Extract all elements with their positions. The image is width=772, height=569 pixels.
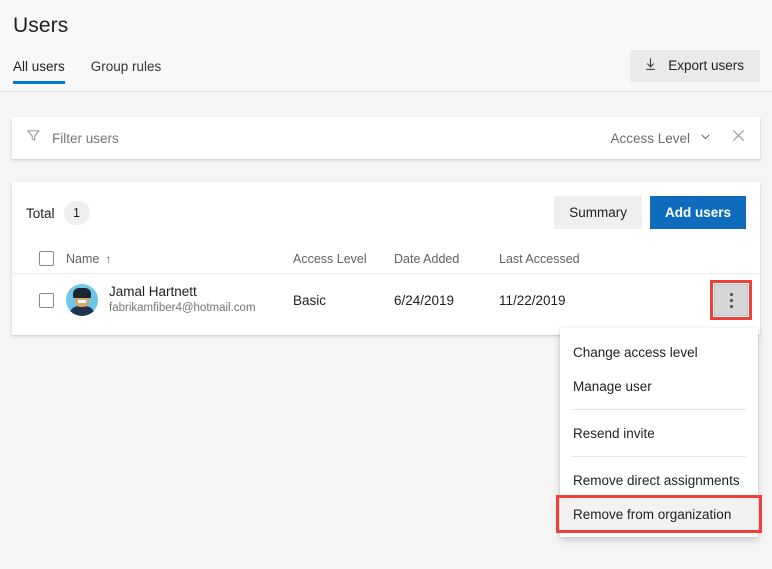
avatar bbox=[66, 284, 98, 316]
row-last-accessed: 11/22/2019 bbox=[499, 292, 566, 308]
menu-divider-1 bbox=[572, 409, 746, 410]
row-user-name: Jamal Hartnett bbox=[109, 284, 197, 299]
tab-all-users-label: All users bbox=[13, 59, 65, 74]
export-users-button[interactable]: Export users bbox=[630, 50, 760, 82]
row-access-level: Basic bbox=[293, 292, 327, 308]
total-label: Total bbox=[26, 205, 55, 221]
menu-item-manage-user-label: Manage user bbox=[573, 378, 652, 394]
tab-bar: All users Group rules bbox=[13, 59, 161, 84]
row-select-checkbox[interactable] bbox=[39, 292, 54, 308]
menu-item-resend-invite-label: Resend invite bbox=[573, 425, 655, 441]
chevron-down-icon bbox=[699, 130, 712, 146]
column-header-last-accessed[interactable]: Last Accessed bbox=[499, 252, 619, 266]
select-all-checkbox[interactable] bbox=[39, 251, 54, 266]
menu-item-remove-direct-assignments[interactable]: Remove direct assignments bbox=[560, 463, 758, 497]
select-all-cell bbox=[12, 251, 66, 266]
toolbar-actions: Summary Add users bbox=[554, 196, 746, 229]
column-header-access-level[interactable]: Access Level bbox=[293, 252, 394, 266]
menu-item-manage-user[interactable]: Manage user bbox=[560, 369, 758, 403]
menu-item-remove-from-organization-label: Remove from organization bbox=[573, 506, 732, 522]
row-context-menu: Change access level Manage user Resend i… bbox=[556, 328, 762, 537]
tab-group-rules-label: Group rules bbox=[90, 59, 162, 74]
row-date-added: 6/24/2019 bbox=[394, 292, 455, 308]
row-select-cell bbox=[12, 292, 66, 308]
row-user-email: fabrikamfiber4@hotmail.com bbox=[109, 302, 256, 315]
page-title: Users bbox=[13, 14, 69, 37]
page-root: Users All users Group rules Export users bbox=[0, 0, 772, 569]
filter-bar: Access Level bbox=[12, 117, 760, 159]
row-name-cell: Jamal Hartnett fabrikamfiber4@hotmail.co… bbox=[66, 284, 293, 316]
menu-bottom-padding bbox=[560, 531, 758, 537]
filter-input-group bbox=[12, 128, 610, 148]
download-icon bbox=[643, 57, 658, 75]
sort-ascending-icon: ↑ bbox=[105, 251, 112, 266]
column-header-name-label: Name bbox=[66, 251, 100, 266]
ellipsis-vertical-icon bbox=[729, 292, 733, 308]
export-users-label: Export users bbox=[668, 58, 744, 74]
menu-divider-2 bbox=[572, 456, 746, 457]
column-header-date-added[interactable]: Date Added bbox=[394, 252, 499, 266]
column-header-name[interactable]: Name ↑ bbox=[66, 252, 293, 266]
page-header: Users All users Group rules Export users bbox=[0, 0, 772, 92]
tab-all-users[interactable]: All users bbox=[13, 59, 65, 84]
row-more-actions-wrap bbox=[710, 280, 752, 320]
tab-group-rules[interactable]: Group rules bbox=[91, 59, 162, 84]
close-icon bbox=[730, 127, 747, 149]
table-row[interactable]: Jamal Hartnett fabrikamfiber4@hotmail.co… bbox=[12, 274, 760, 326]
add-users-button[interactable]: Add users bbox=[649, 196, 746, 229]
summary-button[interactable]: Summary bbox=[554, 196, 642, 229]
menu-item-change-access-level-label: Change access level bbox=[573, 344, 698, 360]
total-count-badge: 1 bbox=[63, 201, 90, 225]
table-toolbar: Total 1 Summary Add users bbox=[12, 182, 760, 244]
menu-item-remove-from-organization[interactable]: Remove from organization bbox=[556, 495, 762, 533]
access-level-filter[interactable]: Access Level bbox=[610, 130, 718, 146]
menu-item-change-access-level[interactable]: Change access level bbox=[560, 335, 758, 369]
funnel-icon bbox=[26, 128, 41, 148]
access-level-filter-label: Access Level bbox=[610, 130, 690, 146]
filter-users-input[interactable] bbox=[52, 130, 452, 146]
users-table-card: Total 1 Summary Add users Name ↑ Access … bbox=[12, 182, 760, 335]
menu-item-remove-direct-assignments-label: Remove direct assignments bbox=[573, 472, 740, 488]
row-more-actions-button[interactable] bbox=[714, 284, 748, 316]
total-group: Total 1 bbox=[26, 201, 90, 225]
menu-item-resend-invite[interactable]: Resend invite bbox=[560, 416, 758, 450]
clear-filters-button[interactable] bbox=[718, 118, 758, 158]
table-header-row: Name ↑ Access Level Date Added Last Acce… bbox=[12, 244, 760, 274]
